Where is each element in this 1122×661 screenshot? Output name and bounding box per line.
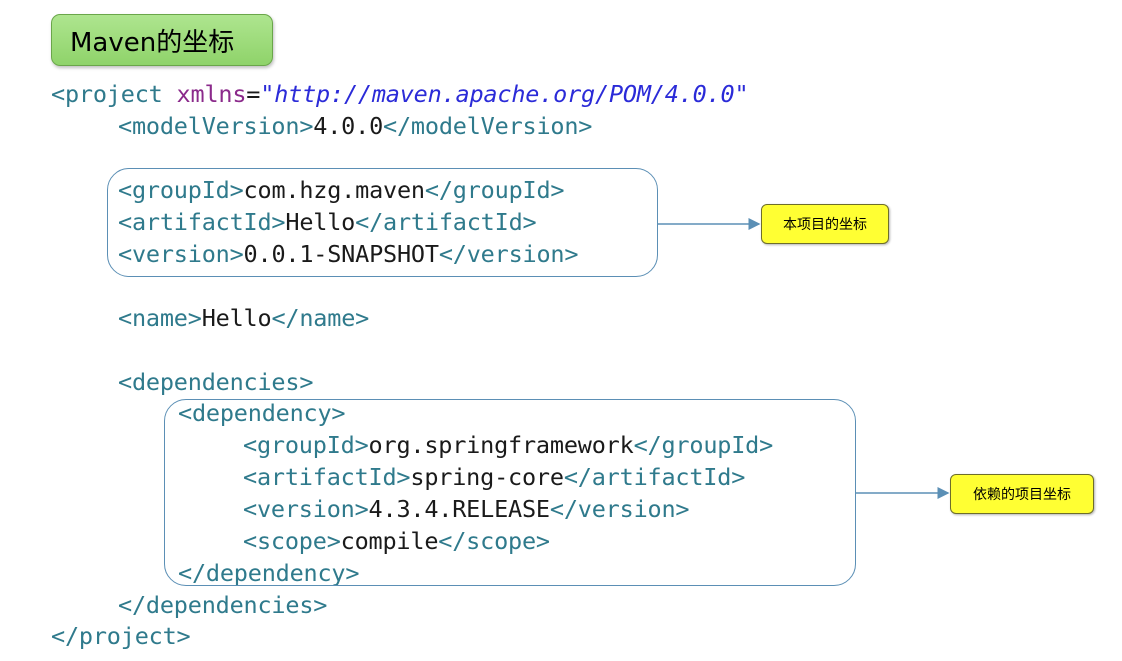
callout-arrows: [658, 218, 950, 499]
project-coordinates-note-text: 本项目的坐标: [783, 217, 867, 233]
dependency-coordinates-note: 依赖的项目坐标: [950, 474, 1094, 514]
dependency-coordinates-note-text: 依赖的项目坐标: [973, 487, 1071, 503]
project-coordinates-note: 本项目的坐标: [761, 204, 889, 244]
